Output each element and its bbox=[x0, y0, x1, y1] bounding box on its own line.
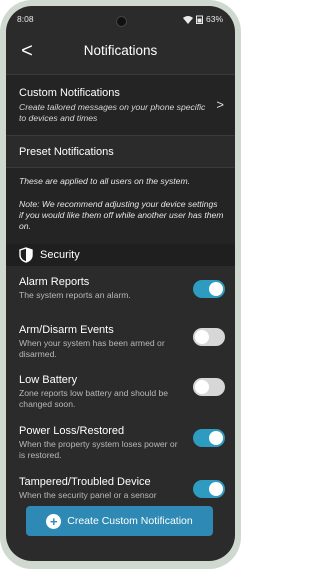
preset-notifications-heading: Preset Notifications bbox=[19, 146, 114, 158]
row-title: Arm/Disarm Events bbox=[19, 324, 114, 336]
app-bar: < Notifications bbox=[6, 36, 235, 72]
row-desc: When the property system loses power or … bbox=[19, 439, 178, 460]
alarm-reports-toggle[interactable] bbox=[193, 280, 225, 298]
row-desc: When your system has been armed or disar… bbox=[19, 338, 165, 359]
tampered-toggle[interactable] bbox=[193, 480, 225, 498]
row-title: Power Loss/Restored bbox=[19, 425, 125, 437]
row-desc: The system reports an alarm. bbox=[19, 290, 131, 300]
create-custom-notification-button[interactable]: + Create Custom Notification bbox=[26, 506, 213, 536]
custom-notifications-row[interactable]: Custom Notifications Create tailored mes… bbox=[6, 74, 235, 136]
row-title: Alarm Reports bbox=[19, 276, 90, 288]
toggle-knob bbox=[209, 282, 223, 296]
custom-notifications-title: Custom Notifications bbox=[19, 87, 120, 99]
row-title: Tampered/Troubled Device bbox=[19, 476, 151, 488]
status-time: 8:08 bbox=[17, 14, 34, 24]
security-section-label: Security bbox=[40, 249, 80, 261]
notification-row-low-battery: Low Battery Zone reports low battery and… bbox=[6, 368, 235, 415]
status-icons: 63% bbox=[182, 14, 223, 24]
preset-note-box: These are applied to all users on the sy… bbox=[6, 167, 235, 250]
chevron-right-icon: > bbox=[216, 97, 224, 112]
battery-percent: 63% bbox=[205, 14, 223, 24]
row-title: Low Battery bbox=[19, 374, 78, 386]
phone-frame: 8:08 63% < Notifications Custom Notifica… bbox=[0, 0, 241, 569]
row-desc: Zone reports low battery and should be c… bbox=[19, 388, 169, 409]
wifi-icon bbox=[182, 15, 193, 24]
arm-disarm-toggle[interactable] bbox=[193, 328, 225, 346]
power-loss-toggle[interactable] bbox=[193, 429, 225, 447]
preset-note-1: These are applied to all users on the sy… bbox=[19, 176, 191, 186]
plus-icon: + bbox=[46, 513, 62, 529]
notification-row-alarm-reports: Alarm Reports The system reports an alar… bbox=[6, 270, 235, 317]
screen: 8:08 63% < Notifications Custom Notifica… bbox=[6, 6, 235, 561]
battery-icon bbox=[195, 15, 203, 24]
toggle-knob bbox=[195, 330, 209, 344]
security-section-header: Security bbox=[6, 244, 235, 266]
notification-row-arm-disarm: Arm/Disarm Events When your system has b… bbox=[6, 318, 235, 365]
toggle-knob bbox=[195, 380, 209, 394]
low-battery-toggle[interactable] bbox=[193, 378, 225, 396]
preset-note-2: Note: We recommend adjusting your device… bbox=[19, 199, 224, 231]
shield-icon bbox=[19, 247, 33, 263]
create-custom-notification-label: Create Custom Notification bbox=[67, 515, 193, 527]
status-bar: 8:08 63% bbox=[6, 6, 235, 32]
custom-notifications-desc: Create tailored messages on your phone s… bbox=[19, 102, 206, 123]
page-title: Notifications bbox=[83, 43, 158, 58]
toggle-knob bbox=[209, 431, 223, 445]
notification-row-power-loss: Power Loss/Restored When the property sy… bbox=[6, 419, 235, 466]
toggle-knob bbox=[209, 482, 223, 496]
content-scroll[interactable]: Custom Notifications Create tailored mes… bbox=[6, 74, 235, 561]
camera-icon bbox=[116, 16, 127, 27]
row-desc: When the security panel or a sensor bbox=[19, 490, 157, 500]
